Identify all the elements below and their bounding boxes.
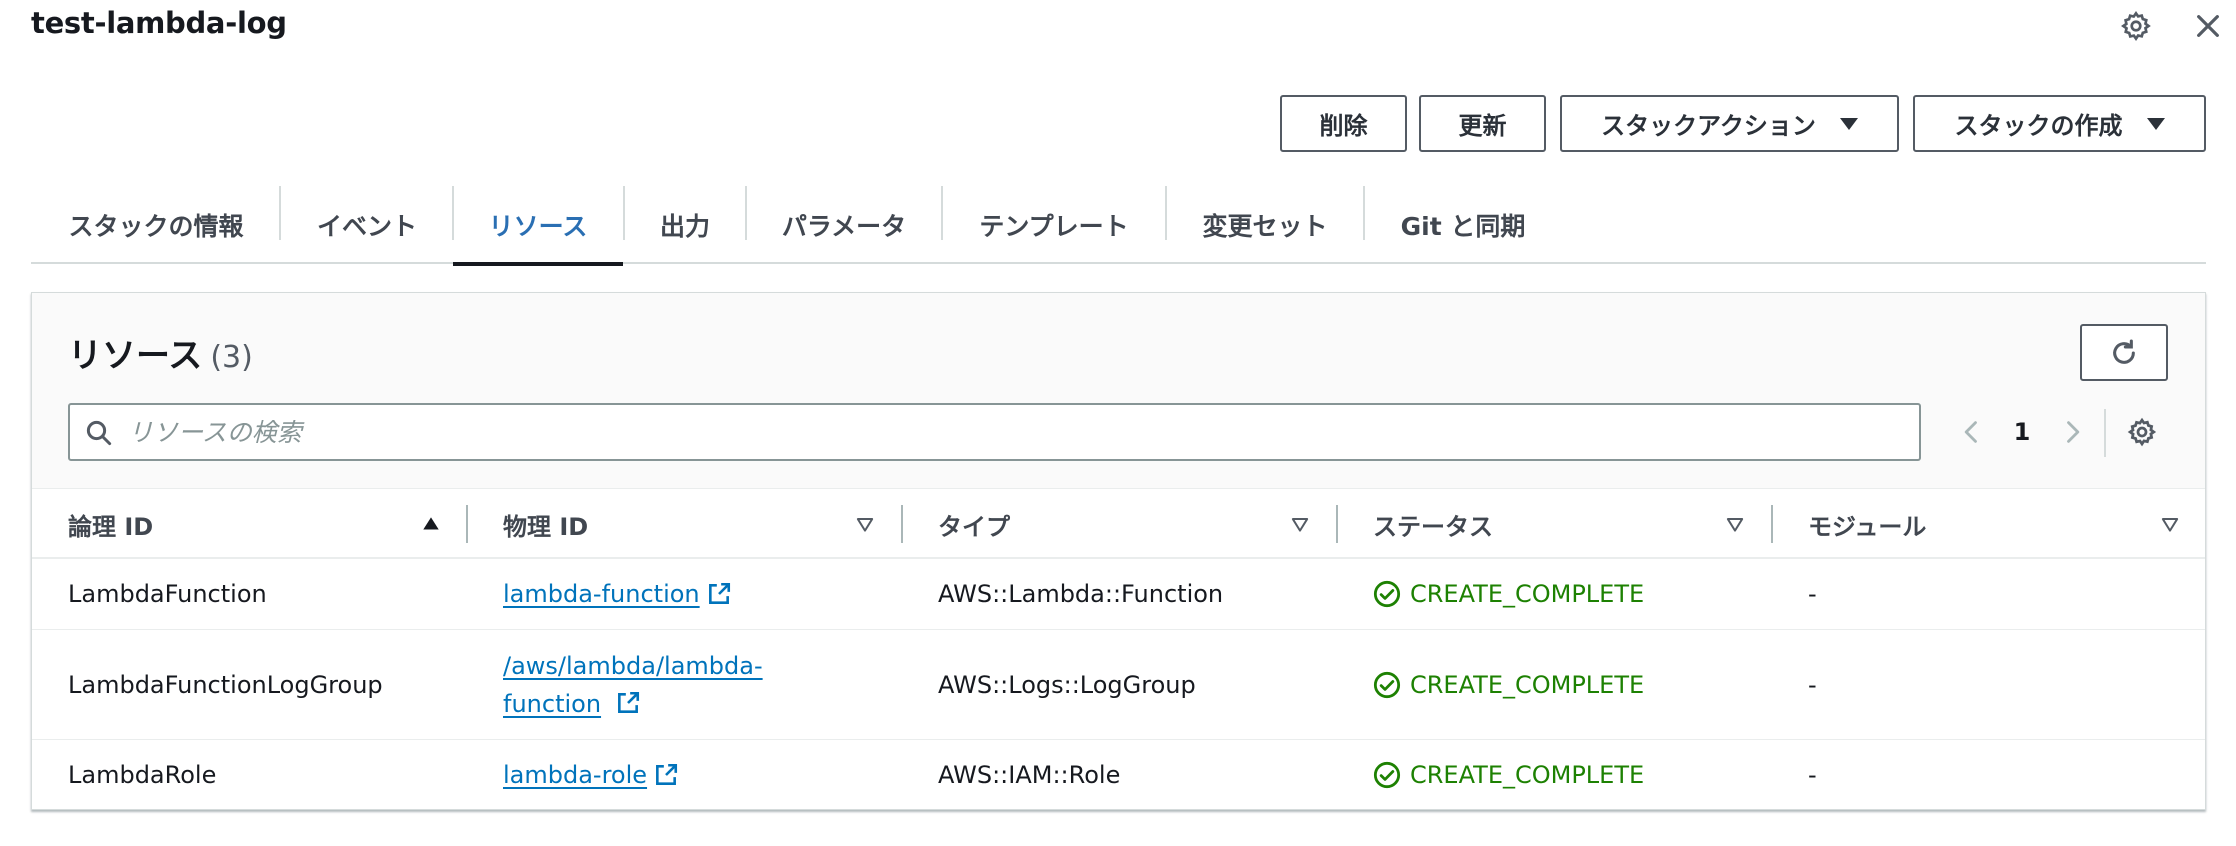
sort-icon[interactable]	[1724, 513, 1746, 535]
gear-icon[interactable]	[2118, 8, 2154, 44]
tab-resources[interactable]: リソース	[453, 186, 623, 266]
resources-title: リソース	[68, 336, 203, 376]
logical-id-cell: LambdaRole	[68, 761, 217, 789]
table-row: LambdaFunction lambda-function AWS::Lamb…	[32, 559, 2205, 630]
create-stack-label: スタックの作成	[1954, 112, 2123, 140]
page-number[interactable]: 1	[2002, 405, 2042, 459]
column-divider[interactable]	[1336, 505, 1338, 543]
stack-actions-dropdown[interactable]: スタックアクション	[1560, 95, 1899, 152]
module-cell: -	[1808, 670, 1817, 699]
column-divider[interactable]	[466, 505, 468, 543]
column-divider[interactable]	[901, 505, 903, 543]
check-circle-icon	[1373, 580, 1401, 608]
physical-id-text[interactable]: function	[503, 690, 601, 718]
status-text: CREATE_COMPLETE	[1410, 580, 1645, 608]
table-settings-button[interactable]	[2122, 405, 2162, 459]
page-title: test-lambda-log	[31, 6, 287, 40]
check-circle-icon	[1373, 671, 1401, 698]
status-badge: CREATE_COMPLETE	[1373, 559, 1644, 629]
status-badge: CREATE_COMPLETE	[1373, 740, 1644, 810]
sort-icon[interactable]	[2159, 513, 2181, 535]
physical-id-link[interactable]: /aws/lambda/lambda- function	[503, 630, 763, 739]
resources-panel-header: リソース(3) 1	[32, 293, 2205, 489]
chevron-right-icon	[2067, 421, 2080, 443]
pager-divider	[2104, 409, 2106, 457]
physical-id-link[interactable]: lambda-function	[503, 559, 732, 629]
sort-icon[interactable]	[854, 513, 876, 535]
tab-events[interactable]: イベント	[281, 186, 453, 264]
tab-git-sync[interactable]: Git と同期	[1365, 186, 1561, 264]
type-cell: AWS::Lambda::Function	[938, 580, 1224, 608]
column-module[interactable]: モジュール	[1808, 489, 1926, 559]
external-link-icon[interactable]	[706, 581, 732, 607]
tab-parameters[interactable]: パラメータ	[747, 186, 941, 264]
type-cell: AWS::IAM::Role	[938, 761, 1121, 789]
sort-ascending-icon[interactable]	[420, 513, 442, 535]
update-button-label: 更新	[1458, 112, 1507, 140]
tab-template[interactable]: テンプレート	[943, 186, 1165, 264]
search-icon	[86, 420, 112, 446]
stack-tabs: スタックの情報 イベント リソース 出力 パラメータ テンプレート 変更セット …	[31, 186, 2206, 266]
status-badge: CREATE_COMPLETE	[1373, 630, 1644, 739]
refresh-icon	[2113, 338, 2135, 364]
prev-page-button[interactable]	[1952, 405, 1992, 459]
external-link-icon[interactable]	[615, 690, 641, 716]
resource-search[interactable]	[68, 403, 1921, 461]
status-text: CREATE_COMPLETE	[1410, 670, 1645, 699]
next-page-button[interactable]	[2052, 405, 2092, 459]
gear-icon	[2127, 417, 2157, 447]
chevron-left-icon	[1964, 421, 1977, 443]
delete-button-label: 削除	[1319, 112, 1368, 140]
delete-button[interactable]: 削除	[1280, 95, 1407, 152]
external-link-icon[interactable]	[653, 762, 679, 788]
table-header: 論理 ID 物理 ID タイプ ステータス モジュール	[32, 489, 2205, 559]
physical-id-text[interactable]: lambda-function	[503, 575, 700, 613]
tab-change-sets[interactable]: 変更セット	[1167, 186, 1363, 264]
search-input[interactable]	[128, 409, 1908, 455]
tab-outputs[interactable]: 出力	[625, 186, 745, 264]
column-divider[interactable]	[1771, 505, 1773, 543]
column-status[interactable]: ステータス	[1373, 489, 1493, 559]
column-logical-id[interactable]: 論理 ID	[68, 489, 153, 559]
status-text: CREATE_COMPLETE	[1410, 761, 1645, 789]
type-cell: AWS::Logs::LogGroup	[938, 670, 1196, 699]
update-button[interactable]: 更新	[1419, 95, 1546, 152]
refresh-button[interactable]	[2080, 324, 2168, 381]
column-physical-id[interactable]: 物理 ID	[503, 489, 588, 559]
physical-id-text[interactable]: /aws/lambda/lambda-	[503, 652, 763, 680]
caret-down-icon	[1839, 117, 1858, 130]
physical-id-link[interactable]: lambda-role	[503, 740, 679, 810]
module-cell: -	[1808, 761, 1817, 789]
tab-stack-info[interactable]: スタックの情報	[31, 186, 281, 264]
resources-heading: リソース (3)	[68, 328, 253, 377]
create-stack-dropdown[interactable]: スタックの作成	[1913, 95, 2206, 152]
check-circle-icon	[1373, 761, 1401, 789]
logical-id-cell: LambdaFunctionLogGroup	[68, 670, 383, 699]
physical-id-text[interactable]: lambda-role	[503, 756, 647, 794]
caret-down-icon	[2146, 117, 2165, 130]
resources-panel: リソース(3) 1	[31, 292, 2206, 810]
table-row: LambdaRole lambda-role AWS::IAM::Role CR…	[32, 740, 2205, 810]
column-type[interactable]: タイプ	[938, 489, 1010, 559]
close-icon[interactable]	[2190, 8, 2226, 44]
logical-id-cell: LambdaFunction	[68, 580, 267, 608]
table-row: LambdaFunctionLogGroup /aws/lambda/lambd…	[32, 630, 2205, 740]
resources-count: (3)	[210, 340, 253, 375]
page-number-label: 1	[2013, 418, 2031, 446]
stack-actions-label: スタックアクション	[1601, 112, 1816, 140]
module-cell: -	[1808, 580, 1817, 608]
sort-icon[interactable]	[1289, 513, 1311, 535]
